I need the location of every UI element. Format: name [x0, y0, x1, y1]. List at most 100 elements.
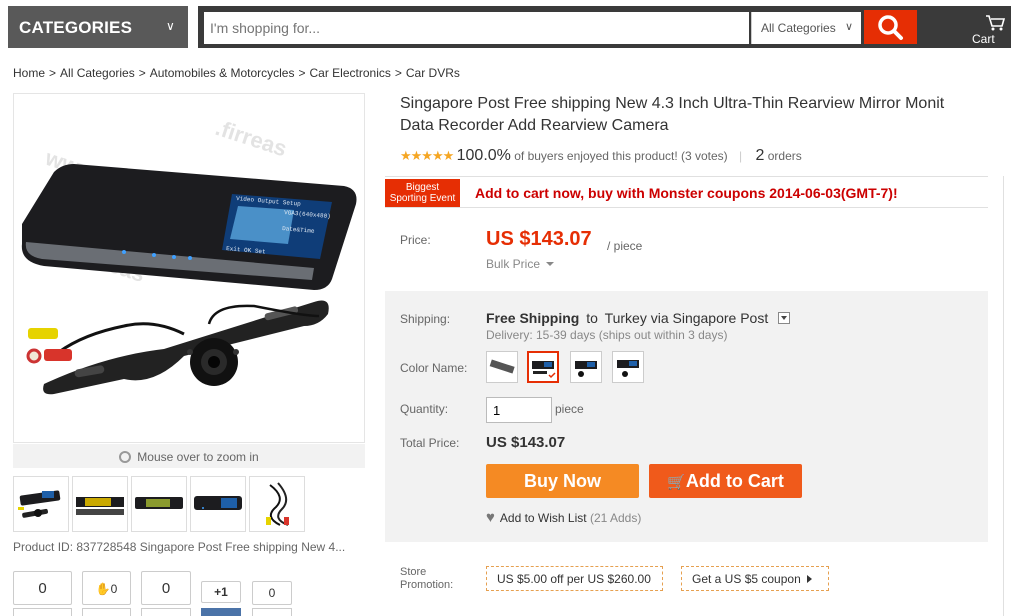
thumbnail[interactable] — [190, 476, 246, 532]
top-header: CATEGORIES ∨ All Categories ∨ Cart — [0, 0, 1011, 52]
buy-now-label: Buy Now — [523, 471, 601, 491]
tweet-count[interactable]: 0 — [141, 571, 191, 605]
thumbnail[interactable] — [13, 476, 69, 532]
shipping-dropdown[interactable] — [778, 312, 791, 324]
price-value: US $143.07 — [486, 228, 592, 250]
main-product-image[interactable]: www. .firreas www.firreas Video Output S… — [13, 93, 365, 443]
categories-button[interactable]: CATEGORIES ∨ — [8, 6, 188, 48]
categories-label: CATEGORIES — [19, 18, 133, 37]
thumbnail[interactable] — [72, 476, 128, 532]
rating-row: ★★★★★ 100.0% of buyers enjoyed this prod… — [400, 147, 802, 164]
search-button[interactable] — [864, 10, 917, 44]
wishlist-link[interactable]: ♥ Add to Wish List (21 Adds) — [486, 509, 641, 526]
rating-percent: 100.0% — [456, 147, 511, 164]
store-promotion-line1: Store — [400, 566, 427, 578]
event-text: Add to cart now, buy with Monster coupon… — [475, 185, 898, 201]
buy-now-button[interactable]: Buy Now — [486, 464, 639, 498]
shipping-destination: Turkey via Singapore Post — [604, 310, 769, 326]
tweet-count-value: 0 — [161, 580, 171, 597]
shipping-label: Shipping: — [400, 312, 451, 326]
search-bar: All Categories ∨ Cart — [198, 6, 1011, 48]
total-price-label: Total Price: — [400, 436, 460, 450]
zoom-hint: Mouse over to zoom in — [13, 444, 365, 468]
shipping-info: Free Shipping to Turkey via Singapore Po… — [486, 310, 791, 326]
event-badge-line2: Sporting Event — [389, 193, 456, 204]
quantity-input[interactable] — [486, 397, 552, 423]
product-title-line2: Data Recorder Add Rearview Camera — [400, 117, 669, 134]
rating-text[interactable]: of buyers enjoyed this product! (3 votes… — [514, 149, 727, 163]
tweet-count-base — [141, 608, 191, 616]
quantity-label: Quantity: — [400, 402, 449, 416]
get-coupon-link[interactable]: Get a US $5 coupon — [681, 566, 829, 591]
total-price-value: US $143.07 — [486, 434, 566, 451]
event-banner: Biggest Sporting Event Add to cart now, … — [385, 176, 988, 208]
wishlist-count: (21 Adds) — [589, 511, 642, 525]
cart-icon: 🛒 — [667, 474, 686, 491]
store-promotion-label: Store Promotion: — [400, 566, 453, 592]
chevron-down-icon: ∨ — [844, 21, 853, 33]
cart-label: Cart — [972, 32, 995, 46]
share-count-value: 0 — [38, 580, 47, 597]
promotion-discount[interactable]: US $5.00 off per US $260.00 — [486, 566, 663, 591]
search-category-select[interactable]: All Categories ∨ — [751, 12, 861, 44]
pin-count-base — [252, 608, 292, 616]
orders-label: orders — [767, 149, 802, 163]
magnifier-icon — [119, 451, 132, 463]
rating-stars-icon: ★★★★★ — [400, 148, 454, 163]
product-id: Product ID: 837728548 Singapore Post Fre… — [13, 540, 346, 554]
shipping-to: to — [586, 310, 598, 326]
thumbnail[interactable] — [249, 476, 305, 532]
color-option[interactable] — [486, 351, 518, 383]
color-option-selected[interactable] — [527, 351, 559, 383]
share-count-base — [13, 608, 72, 616]
caret-right-icon — [807, 575, 813, 583]
wishlist-label: Add to Wish List — [499, 511, 587, 525]
quantity-unit: piece — [555, 402, 584, 416]
pin-count-value: 0 — [268, 586, 276, 600]
add-to-cart-label: Add to Cart — [685, 471, 784, 491]
sidebar-edge — [1003, 176, 1011, 616]
store-promotion-line2: Promotion: — [400, 579, 454, 591]
breadcrumb-car-dvrs[interactable]: Car DVRs — [406, 66, 460, 80]
pin-count[interactable]: 0 — [252, 581, 292, 605]
breadcrumb-car-electronics[interactable]: Car Electronics — [310, 66, 391, 80]
add-to-cart-button[interactable]: 🛒Add to Cart — [649, 464, 802, 498]
thumbs-up-icon: ✋ — [95, 582, 111, 596]
search-category-label: All Categories — [761, 21, 836, 35]
like-count: 0 — [110, 582, 118, 596]
heart-icon: ♥ — [486, 509, 495, 526]
like-button[interactable]: ✋0 — [82, 571, 131, 605]
bulk-price-label: Bulk Price — [486, 257, 541, 271]
event-badge[interactable]: Biggest Sporting Event — [385, 179, 460, 207]
breadcrumb-all-categories[interactable]: All Categories — [60, 66, 135, 80]
product-title: Singapore Post Free shipping New 4.3 Inc… — [400, 93, 1011, 137]
breadcrumb-home[interactable]: Home — [13, 66, 45, 80]
search-icon — [878, 15, 903, 40]
price-label: Price: — [400, 233, 431, 247]
zoom-hint-label: Mouse over to zoom in — [137, 450, 259, 464]
thumbnail[interactable] — [131, 476, 187, 532]
price-unit: / piece — [607, 239, 643, 253]
event-badge-line1: Biggest — [405, 182, 440, 193]
product-photo: www. .firreas www.firreas Video Output S… — [14, 94, 364, 442]
google-plus-label: +1 — [214, 585, 228, 599]
google-plus-button[interactable]: +1 — [201, 581, 241, 603]
breadcrumb-automobiles[interactable]: Automobiles & Motorcycles — [150, 66, 295, 80]
bulk-price-toggle[interactable]: Bulk Price — [486, 257, 555, 271]
delivery-time: Delivery: 15-39 days (ships out within 3… — [486, 328, 728, 342]
color-label: Color Name: — [400, 361, 468, 375]
free-shipping: Free Shipping — [486, 310, 580, 326]
color-option[interactable] — [570, 351, 602, 383]
caret-down-icon — [546, 262, 555, 266]
google-plus-base — [201, 608, 241, 616]
get-coupon-label: Get a US $5 coupon — [692, 572, 801, 586]
like-button-base — [82, 608, 131, 616]
share-count[interactable]: 0 — [13, 571, 72, 605]
chevron-down-icon: ∨ — [166, 19, 175, 33]
orders-count: 2 — [755, 147, 765, 164]
search-input[interactable] — [204, 12, 749, 44]
breadcrumb: Home > All Categories > Automobiles & Motorc… — [13, 66, 460, 80]
cart-link[interactable]: Cart — [958, 8, 1011, 46]
color-option[interactable] — [612, 351, 644, 383]
product-title-line1: Singapore Post Free shipping New 4.3 Inc… — [400, 95, 945, 112]
